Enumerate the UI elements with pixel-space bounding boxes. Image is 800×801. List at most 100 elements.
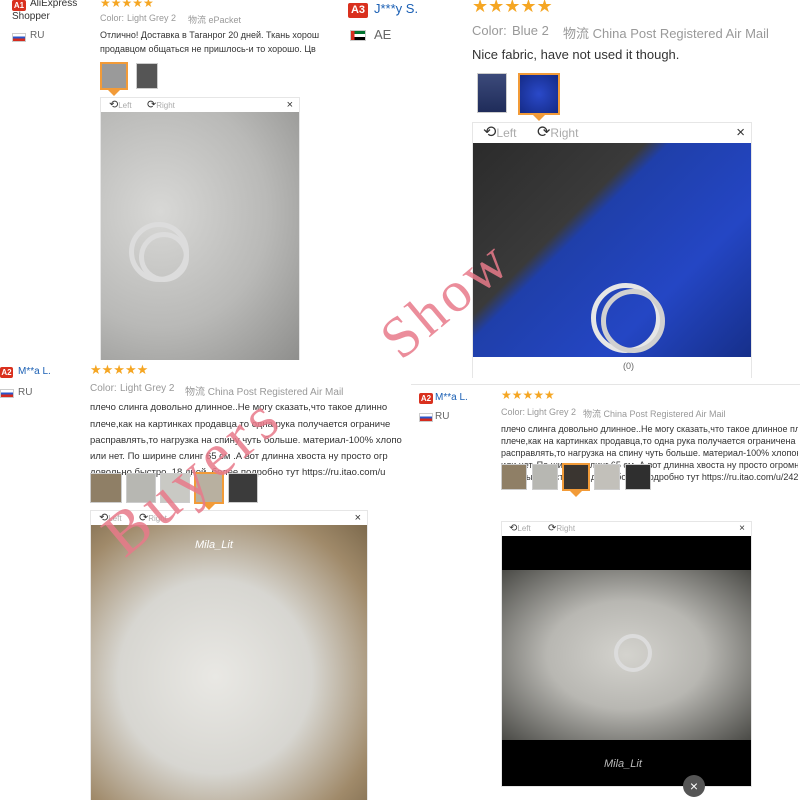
photo-caption: Mila_Lit xyxy=(604,758,642,770)
review-text-line: расправлять,то нагрузка на спину чуть бо… xyxy=(90,435,402,446)
reviewer-level-badge: A1 xyxy=(12,0,26,11)
photo-content xyxy=(502,570,751,740)
color-label: Color: xyxy=(90,383,117,394)
color-value: Light Grey 2 xyxy=(120,383,175,394)
rotate-left-button[interactable]: ⟲Left xyxy=(509,522,531,536)
photo-thumbnail[interactable] xyxy=(532,464,558,490)
color-value: Light Grey 2 xyxy=(127,13,177,23)
shipping-method: 物流 China Post Registered Air Mail xyxy=(563,26,769,41)
review-text-line: или нет. По ширине слинг 65 см .А вот дл… xyxy=(90,451,388,462)
reviewer-level-badge: A2 xyxy=(419,393,433,404)
rotate-left-label: Left xyxy=(118,101,132,110)
review-photo: Mila_Lit xyxy=(91,525,367,800)
review-text-line: Отлично! Доставка в Таганрог 20 дней. Тк… xyxy=(100,30,320,40)
reviewer-level-badge: A2 xyxy=(0,367,13,378)
reviewer-name[interactable]: M**a L. xyxy=(18,366,51,377)
reviewer-level-badge: A3 xyxy=(348,3,368,18)
close-viewer-button[interactable]: × xyxy=(736,123,745,143)
rotate-left-label: Left xyxy=(517,524,531,533)
review-panel-4: A2 M**a L. RU ★★★★★ Color: Light Grey 2 … xyxy=(411,384,800,801)
viewer-toolbar: ⟲Left ⟳Right × xyxy=(101,98,299,112)
photo-thumbnail[interactable] xyxy=(518,73,560,121)
rotate-left-icon: ⟲ xyxy=(483,124,497,141)
rotate-right-icon: ⟳ xyxy=(139,512,149,524)
rotate-right-button[interactable]: ⟳Right xyxy=(548,522,575,536)
review-panel-3: A2 M**a L. RU ★★★★★ Color: Light Grey 2 … xyxy=(0,362,405,800)
color-label: Color: xyxy=(100,13,125,23)
photo-thumbnail[interactable] xyxy=(194,472,224,510)
review-text-line: плечо слинга довольно длинное..Не могу с… xyxy=(501,424,798,434)
reviewer-name[interactable]: M**a L. xyxy=(435,392,468,403)
review-photo: Mila_Lit xyxy=(502,536,751,786)
shipping-method: 物流 China Post Registered Air Mail xyxy=(185,387,344,398)
photo-thumbnail[interactable] xyxy=(100,62,128,96)
rotate-left-label: Left xyxy=(108,514,122,523)
review-panel-1: A1 AliExpress Shopper RU ★★★★★ Color: Li… xyxy=(0,0,335,360)
review-text-line: Nice fabric, have not used it though. xyxy=(472,47,680,62)
rotate-right-label: Right xyxy=(156,101,175,110)
photo-thumbnail[interactable] xyxy=(136,63,158,89)
photo-thumbnail[interactable] xyxy=(160,473,190,503)
close-viewer-button[interactable]: × xyxy=(739,522,745,536)
sling-ring xyxy=(601,289,665,353)
photo-thumbnail[interactable] xyxy=(625,464,651,490)
review-text-line: плече,как на картинках продавца,то одна … xyxy=(501,436,796,446)
flag-ae-icon xyxy=(350,30,366,41)
photo-thumbnail[interactable] xyxy=(562,463,590,497)
reviewer-country: RU xyxy=(18,387,33,398)
close-viewer-button[interactable]: × xyxy=(355,511,361,525)
color-value: Blue 2 xyxy=(512,23,549,38)
reviewer-country: RU xyxy=(30,30,45,41)
rotate-left-button[interactable]: ⟲Left xyxy=(99,511,122,526)
rotate-right-button[interactable]: ⟳Right xyxy=(147,98,175,113)
photo-thumbnail[interactable] xyxy=(126,473,156,503)
color-label: Color: xyxy=(501,407,526,417)
sling-ring xyxy=(139,232,189,282)
photo-thumbnail[interactable] xyxy=(594,464,620,490)
rotate-left-button[interactable]: ⟲Left xyxy=(483,123,516,143)
rotate-right-label: Right xyxy=(556,524,576,533)
rotate-right-button[interactable]: ⟳Right xyxy=(537,123,578,143)
sling-ring xyxy=(614,634,652,672)
photo-thumbnail[interactable] xyxy=(477,73,507,113)
rotate-right-button[interactable]: ⟳Right xyxy=(139,511,167,526)
viewer-toolbar: ⟲Left ⟳Right × xyxy=(91,511,367,525)
review-photo xyxy=(101,112,299,360)
photo-viewer: ⟲Left ⟳Right × (0) xyxy=(472,122,752,378)
flag-ru-icon xyxy=(419,413,433,422)
review-text-line: продавцом общаться не пришлось-и то хоро… xyxy=(100,44,316,54)
rotate-left-icon: ⟲ xyxy=(109,99,119,111)
close-circle-button[interactable]: × xyxy=(683,775,705,797)
rotate-left-label: Left xyxy=(496,126,517,140)
photo-viewer: ⟲Left ⟳Right × Mila_Lit xyxy=(90,510,368,800)
reviewer-name[interactable]: AliExpress xyxy=(30,0,77,9)
helpful-count[interactable]: (0) xyxy=(623,361,634,371)
selected-arrow-icon xyxy=(533,115,545,121)
color-value: Light Grey 2 xyxy=(527,407,577,417)
rating-stars: ★★★★★ xyxy=(501,388,555,402)
review-text-line: плече,как на картинках продавца,то одна … xyxy=(90,419,391,430)
reviewer-country: AE xyxy=(374,27,392,42)
flag-ru-icon xyxy=(12,33,26,42)
photo-thumbnail[interactable] xyxy=(90,473,122,503)
shipping-method: 物流 China Post Registered Air Mail xyxy=(583,409,726,419)
rotate-right-icon: ⟳ xyxy=(537,124,551,141)
viewer-toolbar: ⟲Left ⟳Right × xyxy=(473,123,751,143)
reviewer-name-line2[interactable]: Shopper xyxy=(12,11,50,22)
close-viewer-button[interactable]: × xyxy=(287,98,293,112)
rotate-left-button[interactable]: ⟲Left xyxy=(109,98,132,113)
reviewer-name[interactable]: J***y S. xyxy=(374,1,418,16)
photo-thumbnail[interactable] xyxy=(228,473,258,503)
review-text-line: расправлять,то нагрузка на спину чуть бо… xyxy=(501,448,798,458)
photo-viewer: ⟲Left ⟳Right × xyxy=(100,97,300,360)
rotate-right-icon: ⟳ xyxy=(147,99,157,111)
rating-stars: ★★★★★ xyxy=(90,362,149,377)
photo-caption: Mila_Lit xyxy=(195,539,233,551)
reviewer-country: RU xyxy=(435,411,450,422)
rating-stars: ★★★★★ xyxy=(472,0,553,16)
photo-viewer: ⟲Left ⟳Right × Mila_Lit xyxy=(501,521,752,787)
close-icon: × xyxy=(689,778,699,794)
review-panel-2: A3 J***y S. AE ★★★★★ Color: Blue 2 物流 Ch… xyxy=(345,0,800,378)
shipping-method: 物流 ePacket xyxy=(188,15,242,25)
photo-thumbnail[interactable] xyxy=(501,464,527,490)
